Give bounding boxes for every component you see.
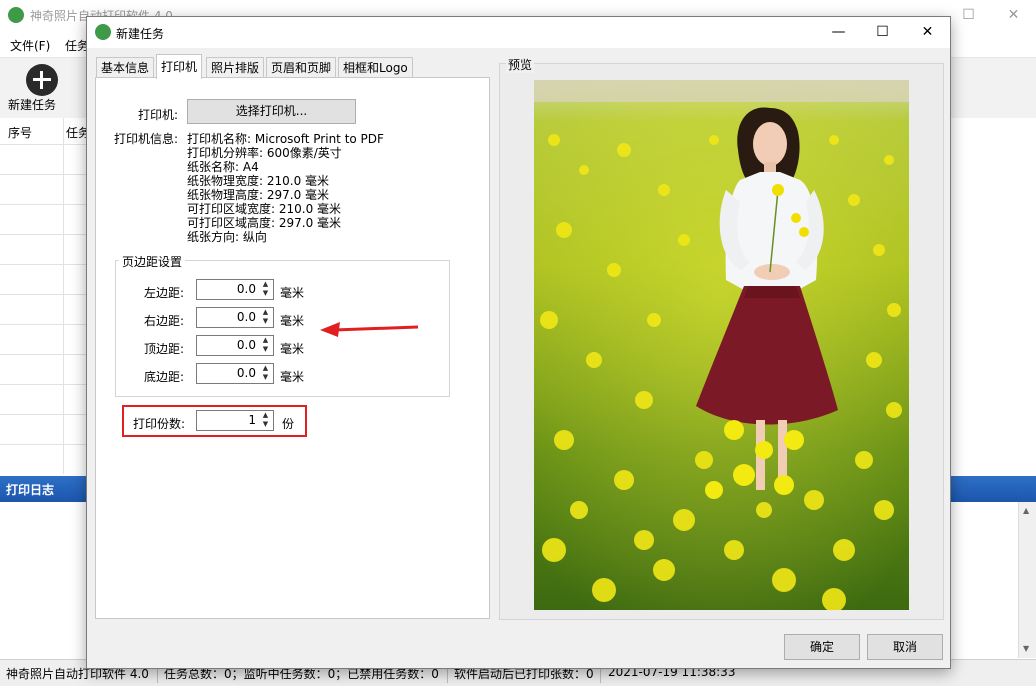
printer-label: 打印机:	[138, 108, 179, 122]
preview-photo	[534, 80, 909, 610]
row-divider	[0, 144, 86, 145]
right-margin-input[interactable]: 0.0 ▲ ▼	[196, 307, 274, 328]
copies-unit: 份	[282, 417, 295, 431]
spinner-arrows-icon[interactable]: ▲ ▼	[259, 308, 272, 327]
left-margin-label: 左边距:	[144, 286, 185, 300]
spinner-arrows-icon[interactable]: ▲ ▼	[259, 411, 272, 430]
new-task-icon[interactable]	[26, 64, 58, 96]
left-margin-unit: 毫米	[280, 286, 305, 300]
right-margin-unit: 毫米	[280, 314, 305, 328]
tab-basic-info[interactable]: 基本信息	[96, 57, 155, 78]
select-printer-button[interactable]: 选择打印机...	[187, 99, 356, 124]
maximize-icon[interactable]: ☐	[860, 17, 905, 47]
left-margin-value[interactable]: 0.0	[237, 282, 256, 296]
top-margin-unit: 毫米	[280, 342, 305, 356]
copies-label: 打印份数:	[133, 417, 186, 431]
right-margin-label: 右边距:	[144, 314, 185, 328]
close-icon[interactable]: ✕	[991, 0, 1036, 30]
top-margin-input[interactable]: 0.0 ▲ ▼	[196, 335, 274, 356]
left-margin-input[interactable]: 0.0 ▲ ▼	[196, 279, 274, 300]
row-divider	[0, 444, 86, 445]
spinner-arrows-icon[interactable]: ▲ ▼	[259, 336, 272, 355]
row-divider	[0, 324, 86, 325]
row-divider	[0, 354, 86, 355]
bottom-margin-value[interactable]: 0.0	[237, 366, 256, 380]
scroll-down-icon[interactable]: ▼	[1023, 644, 1029, 653]
log-title: 打印日志	[6, 483, 55, 497]
scroll-up-icon[interactable]: ▲	[1023, 506, 1029, 515]
printer-tab-panel: 打印机: 选择打印机... 打印机信息: 打印机名称: Microsoft Pr…	[95, 77, 490, 619]
printer-info-orientation: 纸张方向: 纵向	[187, 230, 267, 244]
preview-photo-woman-in-flower-field	[534, 80, 909, 610]
top-margin-value[interactable]: 0.0	[237, 338, 256, 352]
preview-title: 预览	[506, 56, 535, 73]
top-margin-label: 顶边距:	[144, 342, 185, 356]
cancel-button[interactable]: 取消	[867, 634, 943, 660]
bottom-margin-unit: 毫米	[280, 370, 305, 384]
row-divider	[0, 264, 86, 265]
tab-header-footer[interactable]: 页眉和页脚	[266, 57, 337, 78]
minimize-icon[interactable]: —	[816, 17, 861, 47]
margin-group-title: 页边距设置	[119, 253, 186, 270]
copies-value[interactable]: 1	[248, 413, 256, 427]
tab-photo-layout[interactable]: 照片排版	[206, 57, 265, 78]
bottom-margin-label: 底边距:	[144, 370, 185, 384]
spinner-arrows-icon[interactable]: ▲ ▼	[259, 364, 272, 383]
copies-input[interactable]: 1 ▲ ▼	[196, 410, 274, 431]
app-icon	[8, 7, 24, 23]
spinner-arrows-icon[interactable]: ▲ ▼	[259, 280, 272, 299]
column-divider	[63, 118, 64, 474]
right-margin-value[interactable]: 0.0	[237, 310, 256, 324]
log-scrollbar[interactable]: ▲ ▼	[1018, 502, 1036, 658]
printer-info-label: 打印机信息:	[114, 132, 179, 146]
row-divider	[0, 174, 86, 175]
dialog-app-icon	[95, 24, 111, 40]
tab-printer[interactable]: 打印机	[156, 54, 203, 79]
new-task-button[interactable]: 新建任务	[8, 96, 56, 113]
row-divider	[0, 414, 86, 415]
bottom-margin-input[interactable]: 0.0 ▲ ▼	[196, 363, 274, 384]
close-icon[interactable]: ✕	[905, 17, 950, 47]
row-divider	[0, 384, 86, 385]
row-divider	[0, 294, 86, 295]
column-header-index[interactable]: 序号	[8, 124, 32, 141]
ok-button[interactable]: 确定	[784, 634, 860, 660]
dialog-title: 新建任务	[116, 27, 165, 41]
red-arrow-annotation	[320, 322, 419, 337]
tab-frame-logo[interactable]: 相框和Logo	[338, 57, 413, 78]
new-task-dialog: 新建任务 — ☐ ✕ 基本信息 打印机 照片排版 页眉和页脚 相框和Logo 打…	[86, 16, 951, 669]
dialog-title-bar: 新建任务 — ☐ ✕	[87, 17, 950, 48]
maximize-icon[interactable]: ☐	[946, 0, 991, 30]
menu-file[interactable]: 文件(F)	[10, 37, 50, 54]
row-divider	[0, 234, 86, 235]
row-divider	[0, 204, 86, 205]
